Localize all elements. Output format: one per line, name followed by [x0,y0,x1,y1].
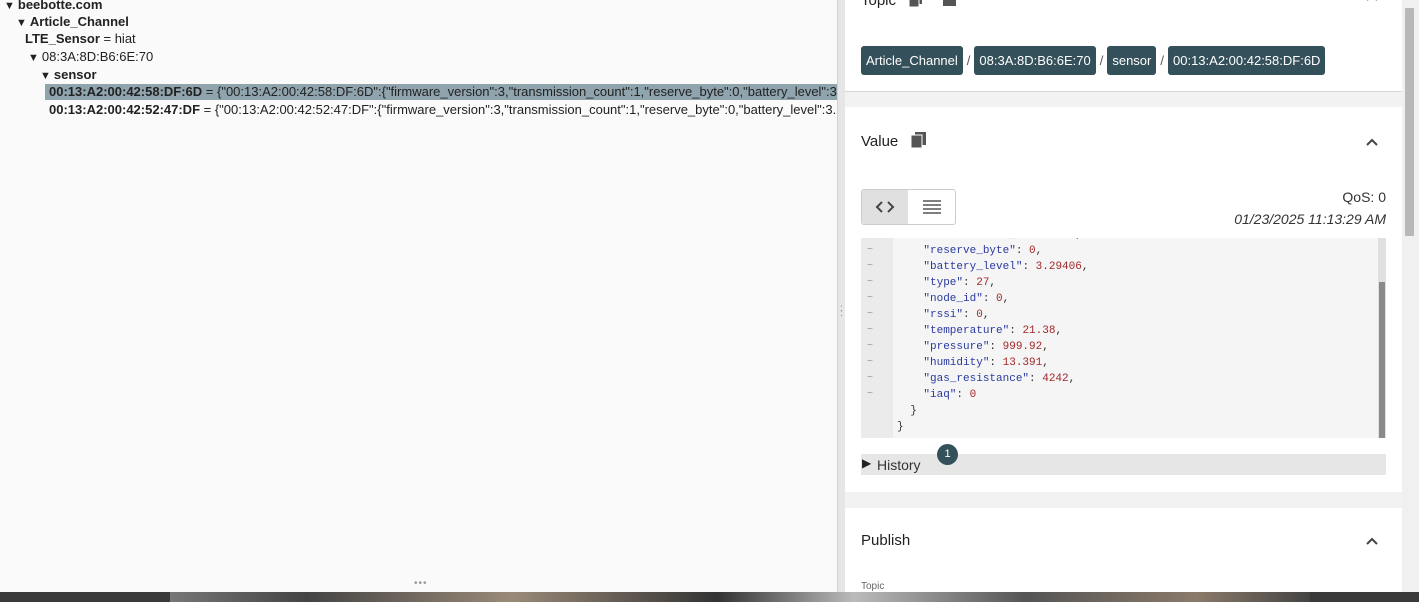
editor-scrollbar-thumb[interactable] [1379,282,1385,438]
code-line: "battery_level": 3.29406, [923,261,1089,273]
history-label: History [877,457,921,473]
code-line: "reserve_byte": 0, [923,245,1043,257]
page-scrollbar[interactable] [1402,0,1419,592]
drag-handle-icon[interactable]: ••• [414,578,428,589]
topic-chip[interactable]: sensor [1107,46,1157,75]
publish-title: Publish [861,532,911,549]
code-line: "iaq": 0 [923,389,977,401]
text-lines-icon [923,200,941,214]
topic-chip[interactable]: 08:3A:8D:B6:6E:70 [974,46,1096,75]
code-line: "gas_resistance": 4242, [923,373,1076,385]
tree-node-lte-sensor[interactable]: LTE_Sensor = hiat [25,31,136,47]
topic-tree-pane[interactable]: ▼ beebotte.com ▼ Article_Channel LTE_Senso… [0,0,838,592]
line-marker-icon: ~ [867,325,874,336]
code-line: "type": 27, [923,277,997,289]
expanded-triangle-icon: ▼ [4,0,15,12]
tree-node-mac[interactable]: ▼ 08:3A:8D:B6:6E:70 [28,49,153,66]
editor-scrollbar[interactable] [1378,238,1386,438]
expanded-triangle-icon: ▼ [16,17,27,29]
code-line: "pressure": 999.92, [923,341,1049,353]
collapse-chevron-icon[interactable] [1365,0,1379,4]
tree-node-entry-selected[interactable]: 00:13:A2:00:42:58:DF:6D = {"00:13:A2:00:… [45,84,838,100]
expanded-triangle-icon: ▼ [28,52,39,64]
line-marker-icon: ~ [867,389,874,400]
line-marker-icon: ~ [867,238,873,240]
view-toggle-group [861,189,956,225]
divider [845,91,1402,92]
code-line: } [897,405,917,417]
copy-icon[interactable] [909,0,923,8]
save-icon[interactable] [943,0,957,8]
code-line: "node_id": 0, [923,293,1010,305]
line-marker-icon: ~ [867,309,874,320]
line-marker-icon: ~ [867,245,874,256]
history-count-badge: 1 [937,444,958,465]
topic-chip[interactable]: Article_Channel [861,46,963,75]
tree-node-sensor[interactable]: ▼ sensor [40,67,97,84]
collapsed-triangle-icon: ▶ [862,456,872,470]
publish-topic-label: Topic [861,581,885,592]
publish-card: Publish Topic [845,508,1402,592]
line-marker-icon: ~ [867,341,874,352]
tree-node-channel[interactable]: ▼ Article_Channel [16,14,129,31]
message-timestamp: 01/23/2025 11:13:29 AM [1234,211,1386,227]
collapse-chevron-icon[interactable] [1365,135,1379,149]
line-marker-icon: ~ [867,277,874,288]
code-line: "temperature": 21.38, [923,325,1063,337]
line-marker-icon: ~ [867,261,874,272]
copy-icon[interactable] [911,132,927,149]
topic-title: Topic [861,0,897,9]
expanded-triangle-icon: ▼ [40,70,51,82]
line-marker-icon: ~ [867,373,874,384]
code-line: } [897,421,904,433]
code-line: "transmission_count": 1, [897,238,1081,241]
line-marker-icon: ~ [867,357,874,368]
details-pane: Topic Article_Channel/08:3A:8D:B6:6E:70/… [845,0,1402,592]
code-view-button[interactable] [862,190,908,224]
page-scrollbar-thumb[interactable] [1405,8,1414,236]
topic-card: Topic Article_Channel/08:3A:8D:B6:6E:70/… [845,0,1402,91]
splitter-grip-icon: :: [840,303,843,319]
code-line: "rssi": 0, [923,309,990,321]
value-title: Value [861,133,899,150]
tree-node-root[interactable]: ▼ beebotte.com [4,0,102,14]
line-marker-icon: ~ [867,293,874,304]
topic-chip[interactable]: 00:13:A2:00:42:58:DF:6D [1168,46,1326,75]
history-toggle[interactable]: ▶ History 1 [861,444,1386,475]
code-line: "humidity": 13.391, [923,357,1049,369]
code-icon [875,201,895,213]
tree-node-entry[interactable]: 00:13:A2:00:42:52:47:DF = {"00:13:A2:00:… [49,102,838,118]
collapse-chevron-icon[interactable] [1365,534,1379,548]
topic-breadcrumb: Article_Channel/08:3A:8D:B6:6E:70/sensor… [861,46,1327,75]
editor-gutter [861,238,893,438]
raw-view-button[interactable] [909,190,955,224]
qos-label: QoS: 0 [1342,189,1386,205]
json-code-editor[interactable]: ~ "transmission_count": 1, ~ "reserve_byt… [861,238,1386,438]
